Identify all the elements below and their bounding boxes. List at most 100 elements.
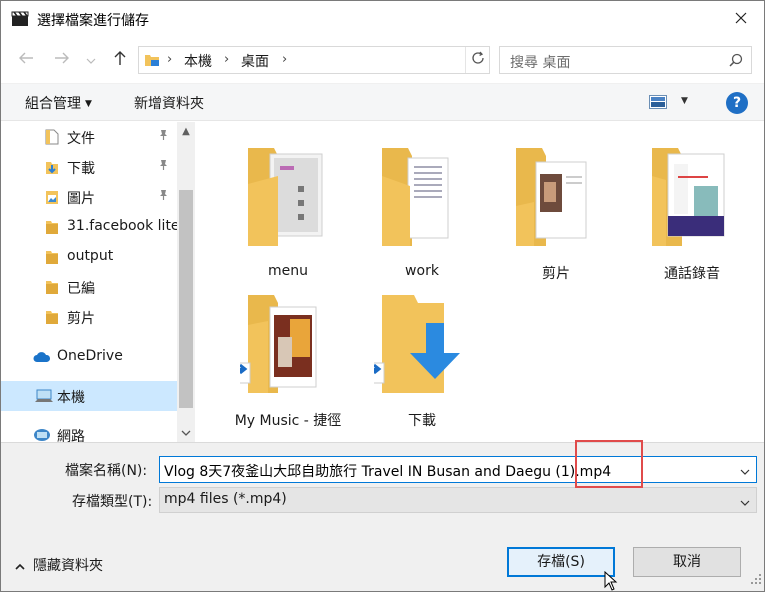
folder-icon xyxy=(45,309,59,329)
organize-menu[interactable]: 組合管理 ▼ xyxy=(25,93,92,113)
refresh-icon xyxy=(471,51,485,69)
save-form-panel: 檔案名稱(N): Vlog 8天7夜釜山大邱自助旅行 Travel IN Bus… xyxy=(1,442,764,591)
address-bar[interactable]: › 本機 › 桌面 › xyxy=(138,46,490,74)
filename-label: 檔案名稱(N): xyxy=(65,463,148,479)
sidebar-item-label: 文件 xyxy=(67,131,95,147)
refresh-button[interactable] xyxy=(465,47,489,73)
documents-icon xyxy=(45,129,59,149)
arrow-right-icon xyxy=(54,51,70,69)
sidebar-item-label: output xyxy=(67,248,114,264)
save-button[interactable]: 存檔(S) xyxy=(507,547,615,577)
folder-icon xyxy=(248,148,323,246)
pin-icon[interactable] xyxy=(157,189,169,205)
computer-icon xyxy=(35,389,53,407)
sidebar-item-folder[interactable]: output xyxy=(1,242,177,272)
file-item-folder[interactable]: 通話錄音 xyxy=(624,132,760,282)
dialog-title: 選擇檔案進行儲存 xyxy=(37,13,149,29)
mouse-cursor-icon xyxy=(604,570,618,592)
folder-icon xyxy=(382,148,449,246)
search-icon xyxy=(729,53,743,71)
back-button[interactable] xyxy=(15,49,37,71)
close-icon xyxy=(735,12,747,28)
chevron-down-icon[interactable] xyxy=(740,494,750,510)
up-button[interactable] xyxy=(109,49,131,71)
sidebar-item-label: 已編 xyxy=(67,281,95,297)
search-input[interactable]: 搜尋 桌面 xyxy=(510,52,570,72)
scroll-down-icon[interactable] xyxy=(177,424,195,442)
file-item-shortcut[interactable]: My Music - 捷徑 xyxy=(220,279,356,429)
organize-label: 組合管理 xyxy=(25,96,81,112)
file-item-folder[interactable]: 剪片 xyxy=(488,132,624,282)
file-item-folder[interactable]: work xyxy=(354,132,490,279)
breadcrumb-separator-icon: › xyxy=(167,52,173,67)
sidebar-item-pictures[interactable]: 圖片 xyxy=(1,182,177,212)
forward-button[interactable] xyxy=(51,49,73,71)
recent-locations-button[interactable] xyxy=(83,49,99,71)
caret-down-icon: ▼ xyxy=(85,99,92,109)
filetype-label: 存檔類型(T): xyxy=(72,494,153,510)
pictures-icon xyxy=(45,189,59,209)
sidebar-item-label: 31.facebook lite xyxy=(67,218,180,234)
hide-folders-label: 隱藏資料夾 xyxy=(33,558,103,574)
breadcrumb-separator-icon[interactable]: › xyxy=(224,52,229,67)
folder-icon xyxy=(45,249,59,269)
file-item-shortcut[interactable]: 下載 xyxy=(354,279,490,429)
arrow-left-icon xyxy=(18,51,34,69)
hide-folders-toggle[interactable]: 隱藏資料夾 xyxy=(15,555,103,575)
breadcrumb-item-desktop[interactable]: 桌面 xyxy=(241,51,269,71)
file-name: 通話錄音 xyxy=(664,266,720,282)
sidebar-item-this-pc[interactable]: 本機 xyxy=(1,381,177,411)
folder-icon xyxy=(45,219,59,239)
scroll-thumb[interactable] xyxy=(179,190,193,408)
network-icon xyxy=(33,428,51,442)
sidebar-item-label: 本機 xyxy=(57,390,85,406)
sidebar-item-label: 剪片 xyxy=(67,311,95,327)
sidebar-item-folder[interactable]: 剪片 xyxy=(1,302,177,332)
sidebar-item-network[interactable]: 網路 xyxy=(1,420,177,442)
command-toolbar: 組合管理 ▼ 新增資料夾 ▼ ? xyxy=(1,83,764,121)
sidebar-item-label: OneDrive xyxy=(57,348,123,364)
scroll-up-icon[interactable]: ▲ xyxy=(177,122,195,140)
breadcrumb-separator-icon[interactable]: › xyxy=(282,52,287,67)
cloud-icon xyxy=(33,351,51,367)
file-list: menu work 剪片 通話錄音 My Music - 捷徑 下載 xyxy=(198,122,764,442)
view-options-icon[interactable] xyxy=(649,95,667,113)
sidebar-item-label: 下載 xyxy=(67,161,95,177)
cancel-button[interactable]: 取消 xyxy=(633,547,741,577)
file-name: My Music - 捷徑 xyxy=(234,413,342,429)
filename-input[interactable]: Vlog 8天7夜釜山大邱自助旅行 Travel IN Busan and Da… xyxy=(164,461,611,481)
sidebar-item-onedrive[interactable]: OneDrive xyxy=(1,342,177,372)
navigation-pane: 文件 下載 圖片 31.facebook lite output 已編 剪片 O… xyxy=(1,122,197,442)
help-button[interactable]: ? xyxy=(726,92,748,114)
sidebar-item-documents[interactable]: 文件 xyxy=(1,122,177,152)
file-name: 剪片 xyxy=(542,266,570,282)
clapperboard-icon xyxy=(11,11,29,27)
search-box[interactable]: 搜尋 桌面 xyxy=(499,46,752,74)
folder-icon xyxy=(516,148,587,246)
sidebar-item-downloads[interactable]: 下載 xyxy=(1,152,177,182)
filename-field[interactable]: Vlog 8天7夜釜山大邱自助旅行 Travel IN Busan and Da… xyxy=(159,456,757,483)
chevron-down-icon[interactable] xyxy=(740,463,750,479)
location-folder-icon xyxy=(144,53,160,71)
new-folder-button[interactable]: 新增資料夾 xyxy=(134,93,204,113)
close-button[interactable] xyxy=(718,1,764,39)
file-name: menu xyxy=(268,263,308,279)
view-options-dropdown[interactable]: ▼ xyxy=(681,96,688,106)
chevron-up-icon xyxy=(15,560,25,573)
pin-icon[interactable] xyxy=(157,129,169,145)
folder-icon xyxy=(652,148,725,246)
filetype-value: mp4 files (*.mp4) xyxy=(164,491,287,507)
folder-icon xyxy=(45,279,59,299)
sidebar-item-label: 圖片 xyxy=(67,191,95,207)
filetype-select[interactable]: mp4 files (*.mp4) xyxy=(159,487,757,513)
navigation-scrollbar[interactable]: ▲ xyxy=(177,122,195,442)
sidebar-item-folder[interactable]: 31.facebook lite xyxy=(1,212,180,242)
chevron-down-icon xyxy=(86,52,96,68)
sidebar-item-folder[interactable]: 已編 xyxy=(1,272,177,302)
breadcrumb-item-this-pc[interactable]: 本機 xyxy=(184,51,212,71)
resize-grip-icon[interactable] xyxy=(750,573,762,589)
file-name: work xyxy=(405,263,439,279)
folder-shortcut-icon xyxy=(240,295,317,393)
pin-icon[interactable] xyxy=(157,159,169,175)
file-item-folder[interactable]: menu xyxy=(220,132,356,279)
